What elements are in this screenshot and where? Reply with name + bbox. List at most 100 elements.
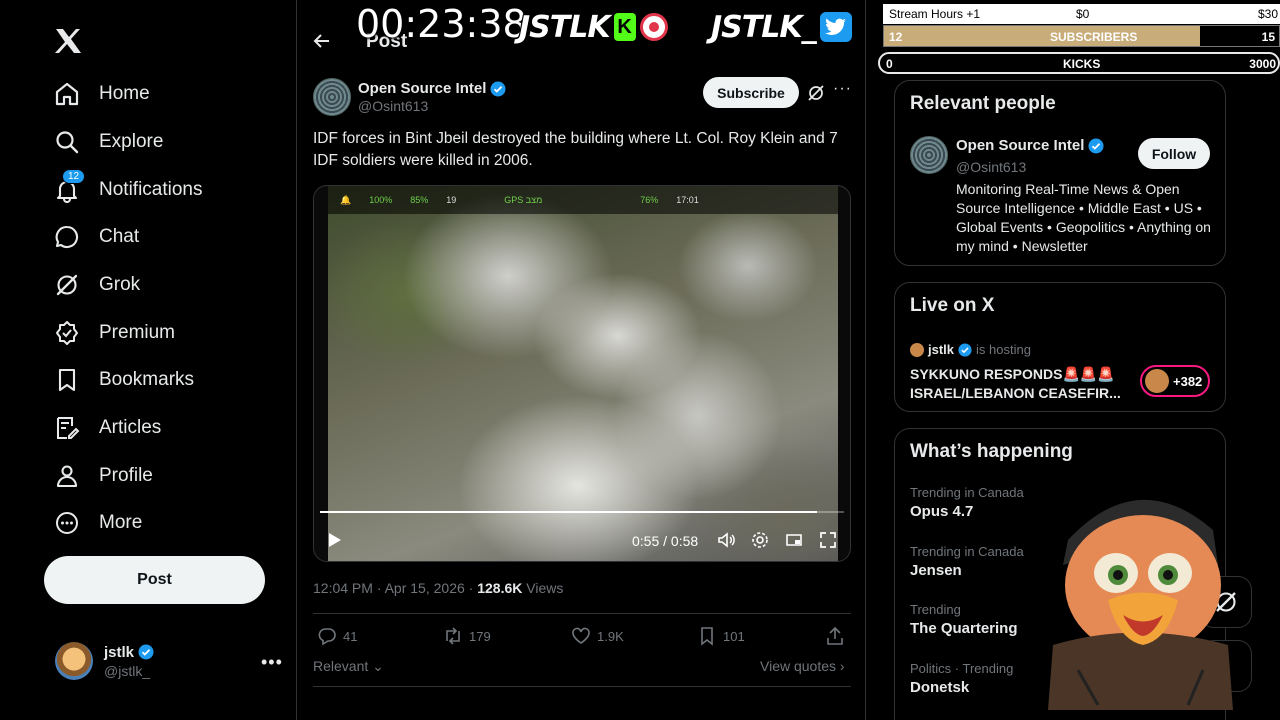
space-title[interactable]: SYKKUNO RESPONDS🚨🚨🚨 ISRAEL/LEBANON CEASE… [910, 365, 1130, 403]
notification-count-badge: 12 [62, 169, 86, 184]
scrollbar[interactable] [1274, 80, 1280, 700]
nav-label: Grok [99, 274, 141, 295]
nav-label: Notifications [99, 179, 203, 200]
relevant-person-bio: Monitoring Real-Time News & Open Source … [956, 181, 1211, 254]
author-handle[interactable]: @Osint613 [358, 98, 506, 114]
chat-icon [54, 224, 80, 250]
nav-articles[interactable]: Articles [54, 408, 161, 448]
trend-context: Politics · Trending [910, 661, 1014, 676]
view-quotes-label: View quotes [760, 658, 837, 674]
pip-icon[interactable] [785, 531, 803, 549]
author-name[interactable]: Open Source Intel [358, 80, 486, 97]
space-host-name: jstlk [928, 342, 955, 357]
post-text: IDF forces in Bint Jbeil destroyed the b… [313, 130, 838, 169]
trend-item[interactable]: Trending in Canada Opus 4.7 [910, 485, 1024, 520]
verified-badge-icon [958, 342, 972, 357]
account-name-row: jstlk [104, 644, 154, 661]
nav-explore[interactable]: Explore [54, 122, 163, 162]
account-handle: @jstlk_ [104, 662, 151, 679]
nav-label: Profile [99, 465, 153, 486]
hud-signal: 76% [640, 195, 659, 205]
relevant-person-name-row[interactable]: Open Source Intel [956, 137, 1104, 154]
more-circle-icon [54, 510, 80, 536]
articles-icon [54, 415, 80, 441]
bookmark-icon [701, 627, 713, 646]
account-switcher[interactable]: jstlk @jstlk_ [55, 642, 154, 680]
post-more-icon[interactable]: ··· [833, 80, 852, 98]
premium-icon [54, 320, 80, 346]
like-button[interactable]: 1.9K [571, 626, 624, 646]
video-progress-bar[interactable] [320, 511, 844, 513]
space-host-suffix: is hosting [976, 342, 1031, 357]
share-button[interactable] [825, 626, 845, 646]
left-navigation: Home Explore 12 Notifications Chat Grok … [0, 0, 297, 720]
nav-bookmarks[interactable]: Bookmarks [54, 360, 194, 400]
views-label: Views [522, 580, 564, 596]
reply-button[interactable]: 41 [317, 626, 357, 646]
verified-badge-icon [1088, 138, 1104, 153]
compose-post-button[interactable]: Post [44, 556, 265, 604]
trend-item[interactable]: Trending The Quartering [910, 602, 1018, 637]
repost-count: 179 [469, 628, 491, 644]
nav-label: Articles [99, 417, 162, 438]
nav-home[interactable]: Home [54, 74, 150, 114]
back-arrow-icon[interactable] [313, 32, 331, 50]
bookmark-count: 101 [723, 628, 745, 644]
account-more-icon[interactable]: ••• [261, 652, 283, 673]
fullscreen-icon[interactable] [819, 531, 837, 549]
divider [313, 613, 851, 614]
hud-sats: 19 [446, 195, 457, 205]
nav-chat[interactable]: Chat [54, 217, 139, 257]
video-frame[interactable] [328, 186, 838, 561]
account-name: jstlk [104, 643, 135, 661]
reply-icon [318, 628, 336, 646]
view-quotes-link[interactable]: View quotes › [760, 658, 845, 674]
video-player[interactable]: 🔔 100% 85% 19 GPS מצב 76% 17:01 0:55 / 0… [313, 185, 851, 562]
bookmark-button[interactable]: 101 [697, 626, 745, 646]
share-icon [827, 626, 843, 645]
stream-hours-label: Stream Hours +1 [889, 7, 981, 21]
trend-item[interactable]: Trending in Canada Jensen [910, 544, 1024, 579]
trend-name: Opus 4.7 [910, 503, 974, 520]
trend-context: Trending [910, 602, 961, 617]
settings-gear-icon[interactable] [751, 531, 769, 549]
live-on-x-card[interactable]: Live on X jstlk is hosting SYKKUNO RESPO… [894, 282, 1226, 412]
kick-logo-icon: K [613, 13, 636, 41]
trend-item[interactable]: Politics · Trending Donetsk [910, 661, 1013, 696]
repost-button[interactable]: 179 [443, 626, 491, 646]
twitter-bird-icon [819, 12, 852, 42]
volume-icon[interactable] [717, 531, 735, 549]
chevron-right-icon: › [836, 658, 845, 674]
subscribe-button[interactable]: Subscribe [703, 77, 799, 108]
reply-sort-label: Relevant [313, 658, 369, 674]
relevant-person-name[interactable]: Open Source Intel [956, 137, 1084, 154]
grok-icon[interactable] [807, 84, 825, 102]
relevant-person-handle[interactable]: @Osint613 [956, 159, 1026, 175]
post-time: 12:04 PM · Apr 15, 2026 · [313, 580, 478, 596]
subs-label: SUBSCRIBERS [1050, 30, 1138, 44]
reply-sort-dropdown[interactable]: Relevant ⌄ [313, 658, 384, 675]
kicks-current: 0 [886, 57, 893, 71]
space-listeners-badge[interactable]: +382 [1140, 365, 1210, 397]
subs-goal: 15 [1261, 30, 1275, 44]
verified-badge-icon [138, 644, 154, 660]
avatar[interactable] [313, 78, 351, 116]
nav-profile[interactable]: Profile [54, 456, 153, 496]
avatar[interactable] [910, 136, 948, 174]
nav-label: More [99, 512, 143, 533]
nav-premium[interactable]: Premium [54, 313, 175, 353]
nav-notifications[interactable]: 12 Notifications [54, 169, 203, 210]
nav-more[interactable]: More [54, 503, 142, 543]
x-logo-icon[interactable] [54, 28, 82, 56]
grok-icon [54, 272, 80, 298]
follow-button[interactable]: Follow [1138, 138, 1210, 169]
relevant-people-card: Relevant people Open Source Intel @Osint… [894, 80, 1226, 266]
like-count: 1.9K [597, 628, 624, 644]
kicks-goal-bar: 0 KICKS 3000 [878, 52, 1280, 74]
nav-grok[interactable]: Grok [54, 265, 140, 305]
play-icon[interactable] [328, 532, 342, 548]
post-author[interactable]: Open Source Intel @Osint613 [313, 78, 506, 116]
repost-icon [446, 627, 460, 645]
money-end: $30 [1257, 7, 1278, 21]
brand-text: JSTLK_ [711, 9, 817, 45]
